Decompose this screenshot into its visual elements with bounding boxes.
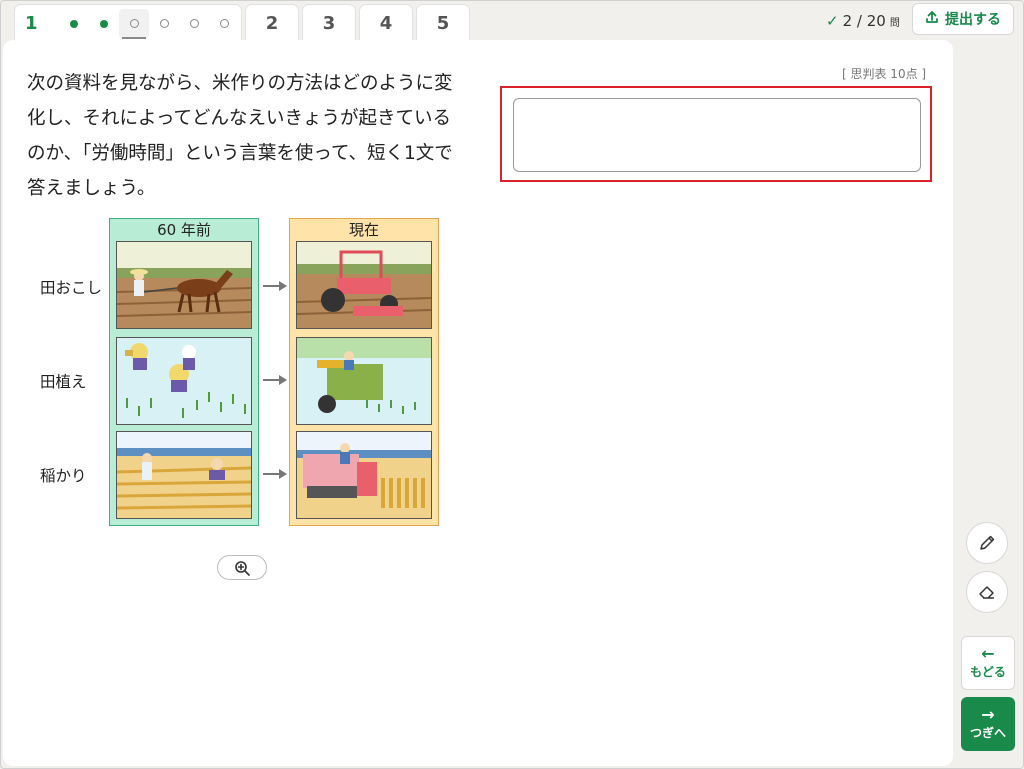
row-label-taokoshi: 田おこし xyxy=(40,279,103,297)
score-label: [ 思判表 10点 ] xyxy=(842,67,927,81)
now-header: 現在 xyxy=(348,221,379,239)
sub-question-dot-1[interactable] xyxy=(59,9,89,39)
question-tabs: 1 2 3 4 5 xyxy=(14,4,470,42)
arrow-right-icon xyxy=(263,469,287,479)
zoom-in-icon xyxy=(235,560,250,576)
tab-question-1[interactable]: 1 xyxy=(14,4,242,42)
upload-icon xyxy=(925,10,939,28)
scene-past-harvest xyxy=(116,431,252,519)
question-card: 次の資料を見ながら、米作りの方法はどのように変化し、それによってどんなえいきょう… xyxy=(3,40,953,766)
sub-question-dots xyxy=(59,8,239,39)
now-column: 現在 xyxy=(289,218,439,526)
scene-past-plowing xyxy=(116,241,252,329)
progress-counter: ✓ 2 / 20 問 xyxy=(826,12,900,30)
tab-number: 1 xyxy=(25,13,38,34)
arrow-right-icon xyxy=(263,375,287,385)
sub-question-dot-6[interactable] xyxy=(209,9,239,39)
tab-question-3[interactable]: 3 xyxy=(302,4,356,42)
question-text: 次の資料を見ながら、米作りの方法はどのように変化し、それによってどんなえいきょう… xyxy=(27,73,453,199)
scene-now-rice-planter xyxy=(296,337,432,425)
arrow-right-icon: → xyxy=(981,705,995,724)
sub-question-dot-5[interactable] xyxy=(179,9,209,39)
tab-question-4[interactable]: 4 xyxy=(359,4,413,42)
eraser-tool-button[interactable] xyxy=(966,571,1008,613)
progress-unit: 問 xyxy=(889,17,900,29)
answer-input[interactable] xyxy=(513,98,921,172)
progress-count: 2 / 20 xyxy=(842,12,886,30)
back-button[interactable]: ← もどる xyxy=(961,636,1015,690)
check-icon: ✓ xyxy=(826,12,839,30)
pen-tool-button[interactable] xyxy=(966,522,1008,564)
past-header: 60 年前 xyxy=(157,221,211,239)
eraser-icon xyxy=(979,586,994,599)
row-label-taue: 田植え xyxy=(40,373,87,391)
tab-question-2[interactable]: 2 xyxy=(245,4,299,42)
next-button[interactable]: → つぎへ xyxy=(961,697,1015,751)
zoom-button[interactable] xyxy=(217,555,267,580)
row-label-inekari: 稲かり xyxy=(40,467,87,485)
tab-question-5[interactable]: 5 xyxy=(416,4,470,42)
scene-past-planting xyxy=(116,337,252,425)
pencil-icon xyxy=(980,535,995,550)
scene-now-tractor xyxy=(296,241,432,329)
submit-button[interactable]: 提出する xyxy=(912,3,1014,35)
arrow-left-icon: ← xyxy=(981,644,995,663)
past-column: 60 年前 xyxy=(109,218,259,526)
next-label: つぎへ xyxy=(969,726,1006,740)
arrow-right-icon xyxy=(263,281,287,291)
sub-question-dot-2[interactable] xyxy=(89,9,119,39)
sub-question-dot-4[interactable] xyxy=(149,9,179,39)
sub-question-dot-3[interactable] xyxy=(119,8,149,39)
submit-label: 提出する xyxy=(945,12,1001,28)
back-label: もどる xyxy=(970,665,1006,679)
answer-highlight xyxy=(500,86,932,182)
scene-now-combine xyxy=(296,431,432,519)
